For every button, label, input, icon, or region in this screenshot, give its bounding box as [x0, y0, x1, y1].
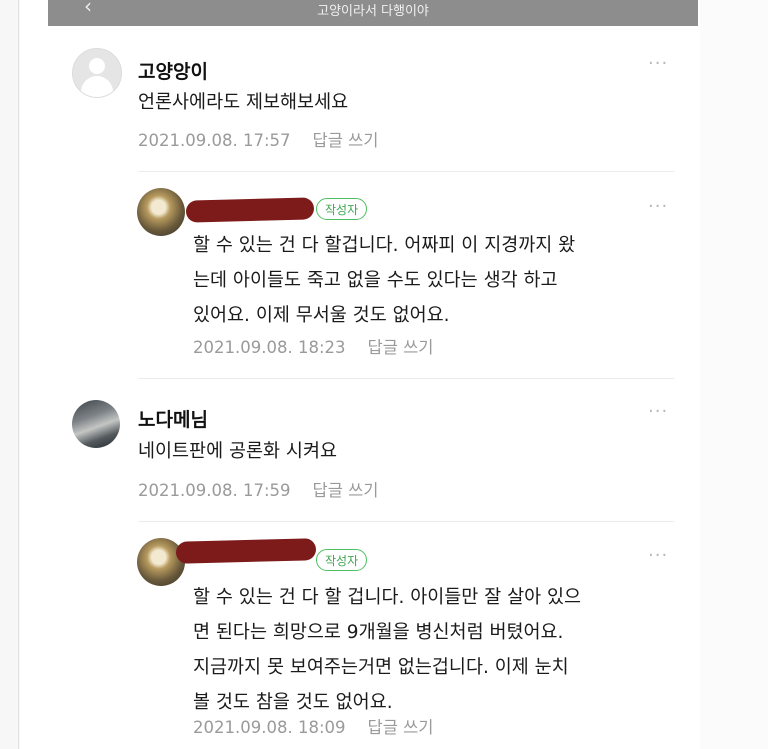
comment-text: 네이트판에 공론화 시켜요 — [138, 441, 337, 462]
page-title: 고양이라서 다행이야 — [317, 3, 429, 19]
comment-text: 할 수 있는 건 다 할겁니다. 어짜피 이 지경까지 왔 는데 아이들도 죽고… — [193, 235, 576, 326]
more-options-icon[interactable]: ··· — [648, 196, 668, 217]
comment-date: 2021.09.08. 18:23 — [193, 338, 346, 357]
right-gutter — [700, 0, 768, 749]
more-options-icon[interactable]: ··· — [648, 53, 668, 74]
avatar[interactable] — [137, 188, 185, 236]
avatar[interactable] — [72, 400, 120, 448]
comment-page: ‹ 고양이라서 다행이야 고양앙이 언론사에라도 제보해보세요 2021.09.… — [0, 0, 768, 749]
reply-button[interactable]: 답글 쓰기 — [368, 718, 434, 737]
more-options-icon[interactable]: ··· — [648, 401, 668, 422]
comment-meta: 2021.09.08. 17:57 답글 쓰기 — [138, 127, 378, 151]
comment-nickname[interactable]: 고양앙이 — [138, 57, 208, 84]
divider — [138, 378, 674, 379]
comment-nickname[interactable]: 노다메님 — [138, 405, 208, 432]
more-options-icon[interactable]: ··· — [648, 545, 668, 566]
redacted-nickname — [185, 197, 315, 223]
divider — [138, 171, 674, 172]
comment-text: 할 수 있는 건 다 할 겁니다. 아이들만 잘 살아 있으 면 된다는 희망으… — [193, 587, 582, 713]
reply-button[interactable]: 답글 쓰기 — [313, 131, 379, 150]
left-border — [18, 0, 19, 749]
comment-meta: 2021.09.08. 17:59 답글 쓰기 — [138, 477, 378, 501]
comment-date: 2021.09.08. 17:59 — [138, 481, 291, 500]
avatar[interactable] — [72, 48, 122, 98]
comment-date: 2021.09.08. 18:09 — [193, 718, 346, 737]
default-avatar-icon — [89, 58, 105, 74]
comment-text: 언론사에라도 제보해보세요 — [138, 92, 349, 113]
author-badge: 작성자 — [316, 198, 368, 220]
comment-date: 2021.09.08. 17:57 — [138, 131, 291, 150]
reply-button[interactable]: 답글 쓰기 — [313, 481, 379, 500]
author-badge: 작성자 — [316, 549, 368, 571]
top-bar: ‹ 고양이라서 다행이야 — [48, 0, 698, 26]
redacted-nickname — [175, 538, 317, 564]
reply-button[interactable]: 답글 쓰기 — [368, 338, 434, 357]
comment-meta: 2021.09.08. 18:23 답글 쓰기 — [193, 334, 433, 358]
left-gutter — [0, 0, 20, 749]
comment-meta: 2021.09.08. 18:09 답글 쓰기 — [193, 714, 433, 738]
divider — [138, 521, 674, 522]
back-icon[interactable]: ‹ — [84, 0, 92, 18]
